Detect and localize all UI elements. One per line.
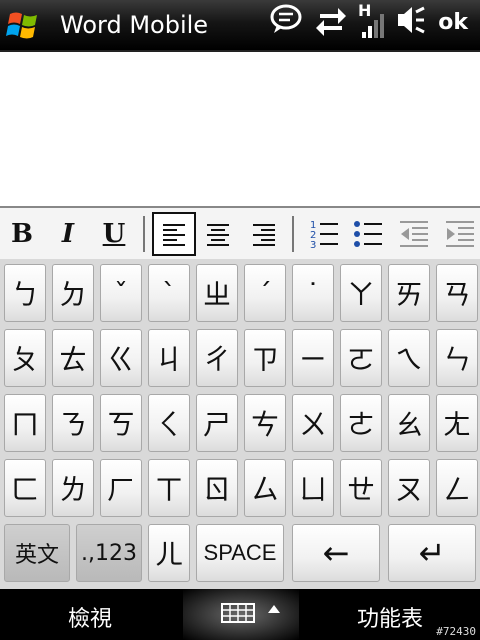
zhuyin-key[interactable]: ㄒ: [148, 459, 190, 517]
numbers-mode-key[interactable]: .,123: [76, 524, 142, 582]
english-mode-key[interactable]: 英文: [4, 524, 70, 582]
zhuyin-key[interactable]: ㄅ: [4, 264, 46, 322]
app-title: Word Mobile: [60, 11, 209, 39]
decrease-indent-icon: [400, 221, 428, 247]
zhuyin-key[interactable]: ㄨ: [292, 394, 334, 452]
zhuyin-key[interactable]: ㄟ: [388, 329, 430, 387]
message-bubble-icon[interactable]: [268, 0, 304, 40]
bullet-list-icon: [354, 221, 382, 247]
zhuyin-keyboard: ㄅㄉ ˇ ˋ ㄓ ˊ ˙ ㄚㄞㄢㄆㄊㄍㄐㄔㄗㄧㄛㄟㄣㄇㄋㄎㄑㄕㄘㄨㄜㄠㄤㄈㄌㄏㄒㄖㄙㄩㄝㄡㄥ…: [0, 259, 480, 589]
bullet-list-button[interactable]: [348, 212, 388, 256]
underline-label: U: [102, 219, 126, 249]
backspace-key[interactable]: ←: [292, 524, 380, 582]
zhuyin-key[interactable]: ˇ: [100, 264, 142, 322]
zhuyin-key[interactable]: ㄕ: [196, 394, 238, 452]
numbered-list-button[interactable]: 1 2 3: [304, 212, 344, 256]
zhuyin-key-er[interactable]: ㄦ: [148, 524, 190, 582]
bold-label: B: [11, 219, 33, 249]
softkey-bar: 檢視 功能表 #72430: [0, 589, 480, 640]
left-softkey-view[interactable]: 檢視: [30, 601, 150, 633]
align-left-button[interactable]: [152, 212, 196, 256]
align-right-icon: [253, 224, 275, 246]
signal-type-label: H: [358, 1, 371, 20]
underline-button[interactable]: U: [94, 212, 134, 256]
caret-up-icon: [268, 605, 280, 613]
zhuyin-key[interactable]: ㄑ: [148, 394, 190, 452]
decrease-indent-button[interactable]: [394, 212, 434, 256]
align-left-icon: [163, 224, 185, 246]
zhuyin-key[interactable]: ㄏ: [100, 459, 142, 517]
zhuyin-key[interactable]: ㄩ: [292, 459, 334, 517]
zhuyin-key[interactable]: ㄜ: [340, 394, 382, 452]
zhuyin-key[interactable]: ㄈ: [4, 459, 46, 517]
zhuyin-key[interactable]: ㄌ: [52, 459, 94, 517]
italic-label: I: [61, 219, 75, 249]
zhuyin-key[interactable]: ㄣ: [436, 329, 478, 387]
zhuyin-key[interactable]: ㄉ: [52, 264, 94, 322]
document-editor-area[interactable]: [0, 52, 480, 206]
zhuyin-key[interactable]: ˋ: [148, 264, 190, 322]
keyboard-icon: [221, 603, 255, 623]
zhuyin-key[interactable]: ㄆ: [4, 329, 46, 387]
formatting-toolbar: B I U 1 2 3: [0, 206, 480, 261]
zhuyin-key[interactable]: ㄧ: [292, 329, 334, 387]
increase-indent-button[interactable]: [440, 212, 480, 256]
align-right-button[interactable]: [244, 212, 284, 256]
enter-key[interactable]: ↵: [388, 524, 476, 582]
numbered-list-icon: 1 2 3: [310, 220, 338, 250]
zhuyin-key[interactable]: ㄥ: [436, 459, 478, 517]
zhuyin-key[interactable]: ㄎ: [100, 394, 142, 452]
zhuyin-key[interactable]: ㄚ: [340, 264, 382, 322]
ok-button[interactable]: ok: [438, 10, 468, 35]
toolbar-divider: [143, 216, 145, 252]
space-key[interactable]: SPACE: [196, 524, 284, 582]
watermark: #72430: [436, 625, 476, 638]
zhuyin-key[interactable]: ㄤ: [436, 394, 478, 452]
zhuyin-key[interactable]: ㄓ: [196, 264, 238, 322]
data-connection-icon[interactable]: [314, 0, 348, 40]
zhuyin-key[interactable]: ㄊ: [52, 329, 94, 387]
zhuyin-key[interactable]: ㄢ: [436, 264, 478, 322]
align-center-icon: [207, 224, 229, 246]
toolbar-divider: [292, 216, 294, 252]
zhuyin-key[interactable]: ㄐ: [148, 329, 190, 387]
zhuyin-key[interactable]: ㄡ: [388, 459, 430, 517]
zhuyin-key[interactable]: ㄘ: [244, 394, 286, 452]
zhuyin-key[interactable]: ㄙ: [244, 459, 286, 517]
bold-button[interactable]: B: [2, 212, 42, 256]
svg-text:3: 3: [310, 240, 316, 250]
zhuyin-key[interactable]: ˊ: [244, 264, 286, 322]
increase-indent-icon: [446, 221, 474, 247]
zhuyin-key[interactable]: ㄋ: [52, 394, 94, 452]
signal-strength-icon[interactable]: H: [356, 0, 386, 40]
zhuyin-key[interactable]: ㄞ: [388, 264, 430, 322]
zhuyin-key[interactable]: ㄍ: [100, 329, 142, 387]
input-panel-toggle[interactable]: [183, 589, 299, 640]
zhuyin-key[interactable]: ㄠ: [388, 394, 430, 452]
italic-button[interactable]: I: [48, 212, 88, 256]
title-bar: Word Mobile H ok: [0, 0, 480, 52]
zhuyin-key[interactable]: ㄖ: [196, 459, 238, 517]
zhuyin-key[interactable]: ㄝ: [340, 459, 382, 517]
volume-icon[interactable]: [394, 0, 426, 40]
zhuyin-key[interactable]: ㄛ: [340, 329, 382, 387]
zhuyin-key[interactable]: ˙: [292, 264, 334, 322]
zhuyin-key[interactable]: ㄗ: [244, 329, 286, 387]
align-center-button[interactable]: [198, 212, 238, 256]
windows-start-icon[interactable]: [4, 6, 44, 44]
zhuyin-key[interactable]: ㄔ: [196, 329, 238, 387]
zhuyin-key[interactable]: ㄇ: [4, 394, 46, 452]
right-softkey-menu[interactable]: 功能表: [330, 601, 450, 633]
